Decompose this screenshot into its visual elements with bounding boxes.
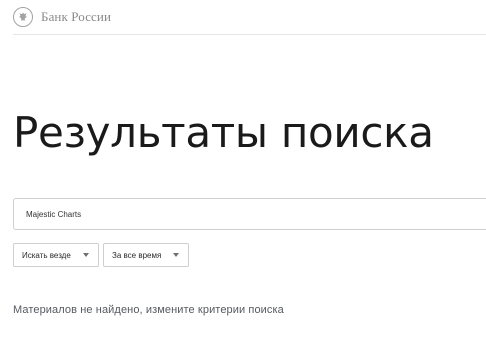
- filter-scope-dropdown[interactable]: Искать везде: [13, 243, 99, 267]
- site-header: Банк России: [13, 0, 486, 35]
- filter-scope-label: Искать везде: [22, 250, 71, 260]
- search-box[interactable]: [13, 198, 486, 230]
- filter-period-label: За все время: [112, 250, 162, 260]
- logo-text[interactable]: Банк России: [41, 9, 111, 25]
- search-input[interactable]: [26, 209, 486, 219]
- page-title: Результаты поиска: [13, 108, 434, 157]
- eagle-emblem-icon[interactable]: [13, 7, 33, 27]
- chevron-down-icon: [173, 253, 179, 257]
- chevron-down-icon: [83, 253, 89, 257]
- no-results-message: Материалов не найдено, измените критерии…: [13, 304, 284, 316]
- filter-period-dropdown[interactable]: За все время: [103, 243, 189, 267]
